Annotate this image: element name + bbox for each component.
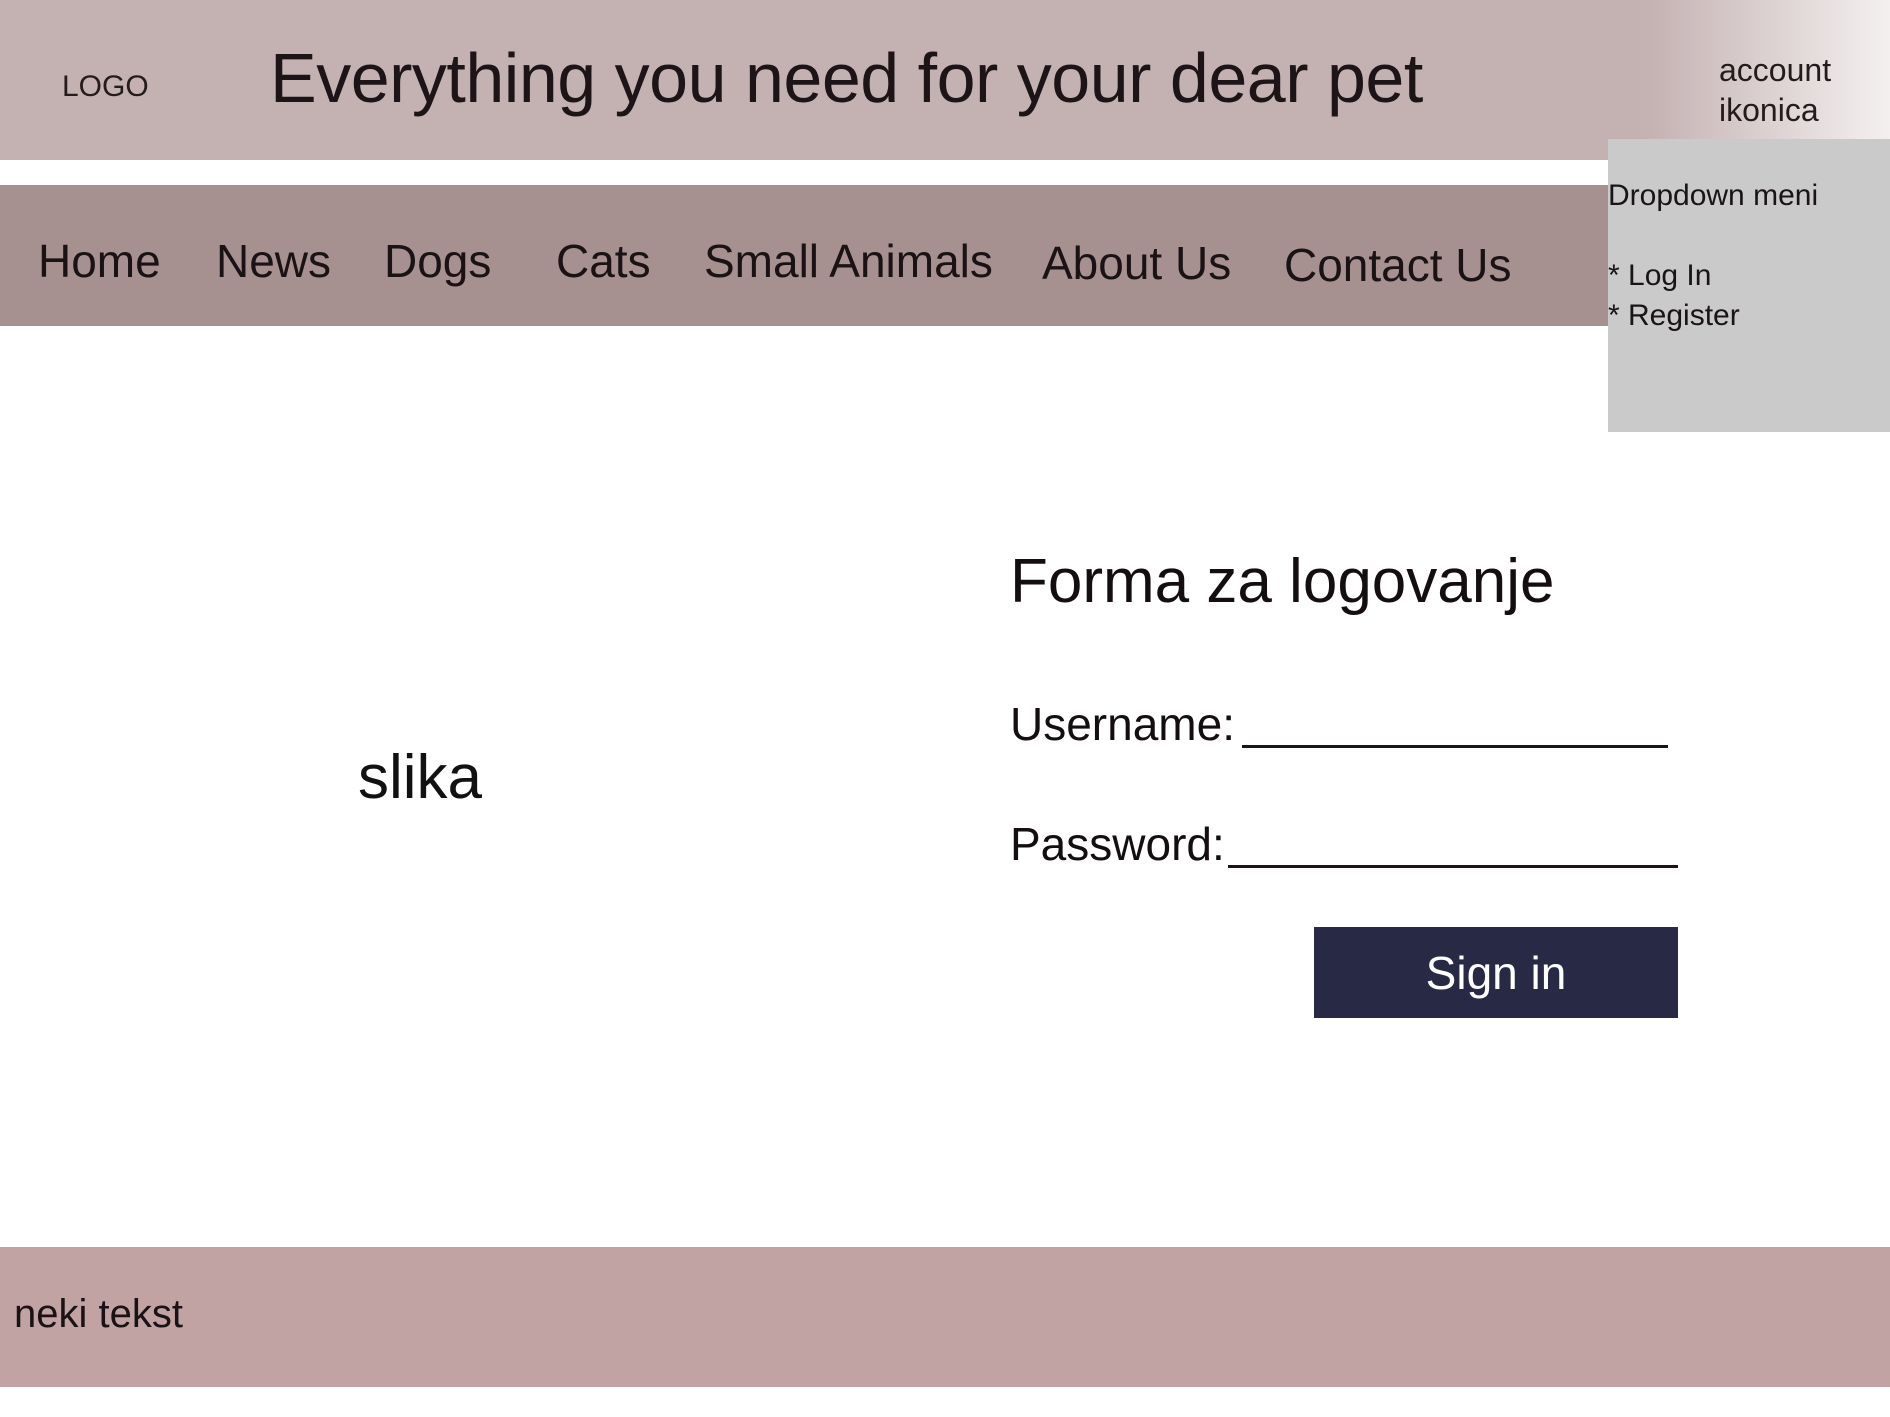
- nav-item-dogs[interactable]: Dogs: [384, 234, 491, 288]
- nav-item-cats[interactable]: Cats: [556, 234, 651, 288]
- dropdown-title: Dropdown meni: [1608, 179, 1819, 212]
- footer: [0, 1247, 1890, 1387]
- dropdown-item-log-in[interactable]: * Log In: [1608, 259, 1711, 293]
- username-label: Username:: [1010, 698, 1235, 750]
- nav-item-contact-us[interactable]: Contact Us: [1284, 238, 1512, 292]
- password-input[interactable]: [1228, 824, 1678, 868]
- image-placeholder: slika: [358, 743, 483, 812]
- account-label-line2: ikonica: [1719, 92, 1819, 128]
- sign-in-button[interactable]: Sign in: [1314, 927, 1678, 1018]
- account-icon[interactable]: account ikonica: [1719, 50, 1869, 130]
- password-label: Password:: [1010, 818, 1225, 870]
- nav-item-small-animals[interactable]: Small Animals: [704, 234, 993, 288]
- dropdown-item-register[interactable]: * Register: [1608, 299, 1740, 333]
- account-label-line1: account: [1719, 52, 1832, 88]
- username-input[interactable]: [1242, 704, 1668, 748]
- nav-item-home[interactable]: Home: [38, 234, 161, 288]
- account-dropdown: Dropdown meni * Log In * Register: [1608, 139, 1890, 432]
- login-form-title: Forma za logovanje: [1010, 547, 1555, 616]
- page-title: Everything you need for your dear pet: [270, 39, 1423, 117]
- footer-text: neki tekst: [14, 1292, 183, 1336]
- nav-item-about-us[interactable]: About Us: [1042, 236, 1231, 290]
- logo[interactable]: LOGO: [62, 70, 149, 104]
- nav-item-news[interactable]: News: [216, 234, 331, 288]
